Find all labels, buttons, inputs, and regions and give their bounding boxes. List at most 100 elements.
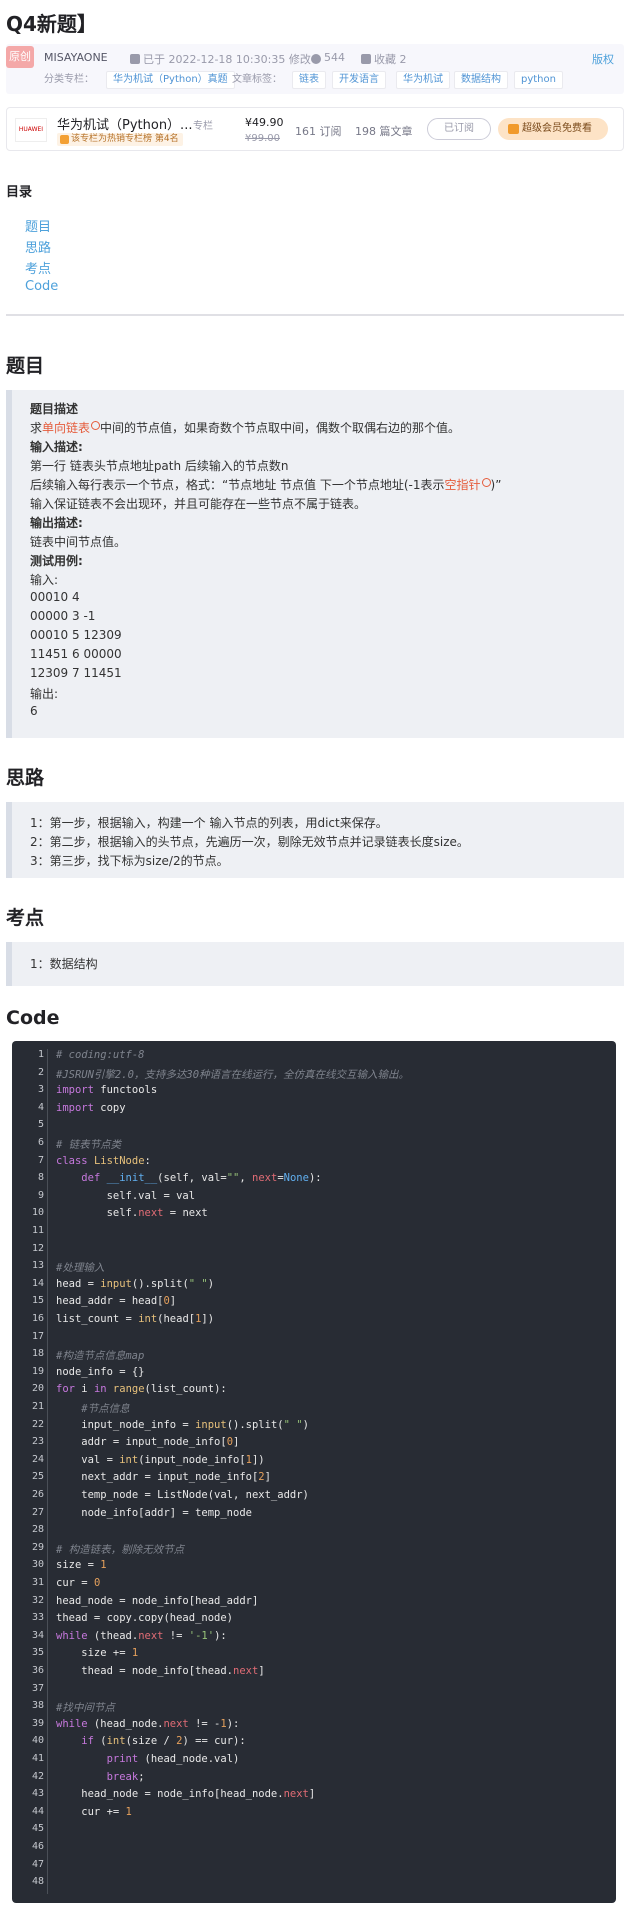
- code-block[interactable]: 1 2 3 4 5 6 7 8 9 10 11 12 13 14 15 16 17 18 19 20 21 22 23 24 2…: [12, 1041, 616, 1903]
- code-line: addr = input_node_info[0]: [56, 1436, 240, 1449]
- line-number: 29: [31, 1541, 44, 1553]
- line-number: 36: [31, 1665, 44, 1676]
- tag-item[interactable]: 华为机试: [396, 71, 450, 89]
- tag-item[interactable]: 链表: [292, 71, 326, 89]
- point-line: 1：数据结构: [30, 957, 98, 971]
- subscriber-count: 161 订阅: [295, 125, 342, 138]
- example-output: 6: [30, 704, 38, 718]
- view-count: 544: [324, 51, 345, 64]
- code-line: head_node = node_info[head_node.next]: [56, 1788, 316, 1801]
- line-number: 16: [31, 1313, 44, 1324]
- line-number: 38: [31, 1700, 44, 1712]
- subscribe-button[interactable]: 已订阅: [427, 118, 491, 140]
- toc-item-problem[interactable]: 题目: [25, 216, 51, 235]
- example-line: 00010 5 12309: [30, 628, 122, 642]
- code-line: #处理输入: [56, 1262, 105, 1275]
- vip-button-label: 超级会员免费看: [522, 123, 592, 134]
- code-line: self.next = next: [56, 1207, 208, 1220]
- eye-icon: [311, 54, 321, 64]
- code-line: # coding:utf-8: [56, 1049, 145, 1061]
- line-number: 31: [31, 1577, 44, 1588]
- line-number: 22: [31, 1418, 44, 1430]
- line-number: 9: [37, 1189, 44, 1201]
- line-number: 5: [37, 1119, 44, 1131]
- example-output-label: 输出:: [30, 687, 59, 701]
- divider: [6, 314, 624, 316]
- column-label: 分类专栏：: [44, 74, 94, 85]
- line-number: 17: [31, 1330, 44, 1342]
- line-number: 34: [31, 1629, 44, 1641]
- line-number: 41: [31, 1753, 44, 1764]
- line-number: 3: [37, 1084, 44, 1096]
- line-number: 23: [31, 1436, 44, 1448]
- tag-item[interactable]: python: [514, 71, 563, 89]
- article-meta-box: 原创 MISAYAONE 已于 2022-12-18 10:30:35 修改 5…: [6, 44, 624, 94]
- code-line: size = 1: [56, 1559, 107, 1572]
- code-line: head_node = node_info[head_addr]: [56, 1594, 259, 1607]
- toc-item-idea[interactable]: 思路: [25, 237, 51, 256]
- favorite-count[interactable]: 收藏 2: [374, 51, 407, 67]
- input-line2-pre: 后续输入每行表示一个节点，格式：“节点地址 节点值 下一个节点地址(-1表示: [30, 478, 445, 492]
- column-rank-text: 该专栏为热销专栏榜 第4名: [71, 134, 179, 144]
- code-line: node_info = {}: [56, 1365, 145, 1378]
- line-number: 13: [31, 1260, 44, 1272]
- modified-time: 已于 2022-12-18 10:30:35 修改: [143, 53, 311, 66]
- tag-item[interactable]: 数据结构: [454, 71, 508, 89]
- copyright-link[interactable]: 版权: [592, 51, 614, 67]
- line-number: 24: [31, 1453, 44, 1465]
- clock-icon: [130, 54, 140, 64]
- problem-block: 题目描述 求单向链表 中间的节点值，如果奇数个节点取中间，偶数个取偶右边的那个值。…: [6, 390, 624, 738]
- example-label: 测试用例:: [30, 554, 83, 568]
- line-number: 32: [31, 1594, 44, 1606]
- code-line: if (int(size / 2) == cur):: [81, 1735, 246, 1748]
- problem-desc: 求单向链表 中间的节点值，如果奇数个节点取中间，偶数个取偶右边的那个值。: [30, 419, 460, 436]
- example-line: 00000 3 -1: [30, 609, 96, 623]
- code-line: head_addr = head[0]: [56, 1295, 177, 1308]
- idea-line: 2：第二步，根据输入的头节点，先遍历一次，剔除无效节点并记录链表长度size。: [30, 835, 469, 849]
- article-page: Q4新题】 原创 MISAYAONE 已于 2022-12-18 10:30:3…: [0, 0, 626, 1917]
- column-tag[interactable]: 华为机试（Python）真题: [106, 71, 235, 89]
- idea-line: 1：第一步，根据输入，构建一个 输入节点的列表，用dict来保存。: [30, 816, 388, 830]
- column-card[interactable]: HUAWEI 华为机试（Python）... 专栏 该专栏为热销专栏榜 第4名 …: [6, 107, 624, 151]
- code-line: node_info[addr] = temp_node: [56, 1506, 252, 1519]
- line-number-gutter: 1 2 3 4 5 6 7 8 9 10 11 12 13 14 15 16 17 18 19 20 21 22 23 24 2…: [22, 1049, 48, 1894]
- article-count: 198 篇文章: [355, 125, 413, 138]
- line-number: 19: [31, 1365, 44, 1377]
- code-line: input_node_info = input().split(" "): [56, 1418, 309, 1431]
- code-line: break;: [106, 1770, 145, 1783]
- line-number: 8: [37, 1172, 44, 1184]
- code-line: cur += 1: [56, 1805, 132, 1818]
- linked-list-link[interactable]: 单向链表: [42, 421, 90, 435]
- vip-free-button[interactable]: 超级会员免费看: [498, 118, 608, 140]
- trophy-icon: [60, 135, 69, 144]
- code-line: import copy: [56, 1101, 126, 1114]
- line-number: 35: [31, 1647, 44, 1659]
- problem-desc-pre: 求: [30, 421, 43, 435]
- line-number: 42: [31, 1770, 44, 1782]
- line-number: 30: [31, 1559, 44, 1571]
- line-number: 46: [31, 1841, 44, 1852]
- line-number: 2: [37, 1066, 44, 1078]
- input-desc-label: 输入描述:: [30, 440, 83, 454]
- author-name[interactable]: MISAYAONE: [44, 51, 108, 64]
- code-line: class ListNode:: [56, 1154, 151, 1167]
- toc-item-points[interactable]: 考点: [25, 258, 51, 277]
- line-number: 7: [37, 1154, 44, 1166]
- search-icon: [91, 421, 101, 430]
- toc-item-code[interactable]: Code: [25, 279, 58, 294]
- tags-label: 文章标签：: [232, 74, 282, 85]
- line-number: 33: [31, 1612, 44, 1624]
- line-number: 12: [31, 1242, 44, 1254]
- line-number: 28: [31, 1524, 44, 1536]
- problem-desc-post: 中间的节点值，如果奇数个节点取中间，偶数个取偶右边的那个值。: [100, 421, 461, 435]
- code-line: for i in range(list_count):: [56, 1383, 227, 1396]
- null-pointer-link[interactable]: 空指针: [445, 478, 481, 492]
- line-number: 18: [31, 1348, 44, 1360]
- input-desc-line: 后续输入每行表示一个节点，格式：“节点地址 节点值 下一个节点地址(-1表示空指…: [30, 476, 501, 493]
- example-line: 12309 7 11451: [30, 666, 122, 680]
- code-line: while (head_node.next != -1):: [56, 1717, 240, 1730]
- problem-desc-label: 题目描述: [30, 402, 79, 416]
- column-name[interactable]: 华为机试（Python）...: [57, 114, 192, 133]
- tag-item[interactable]: 开发语言: [332, 71, 386, 89]
- line-number: 4: [37, 1101, 44, 1113]
